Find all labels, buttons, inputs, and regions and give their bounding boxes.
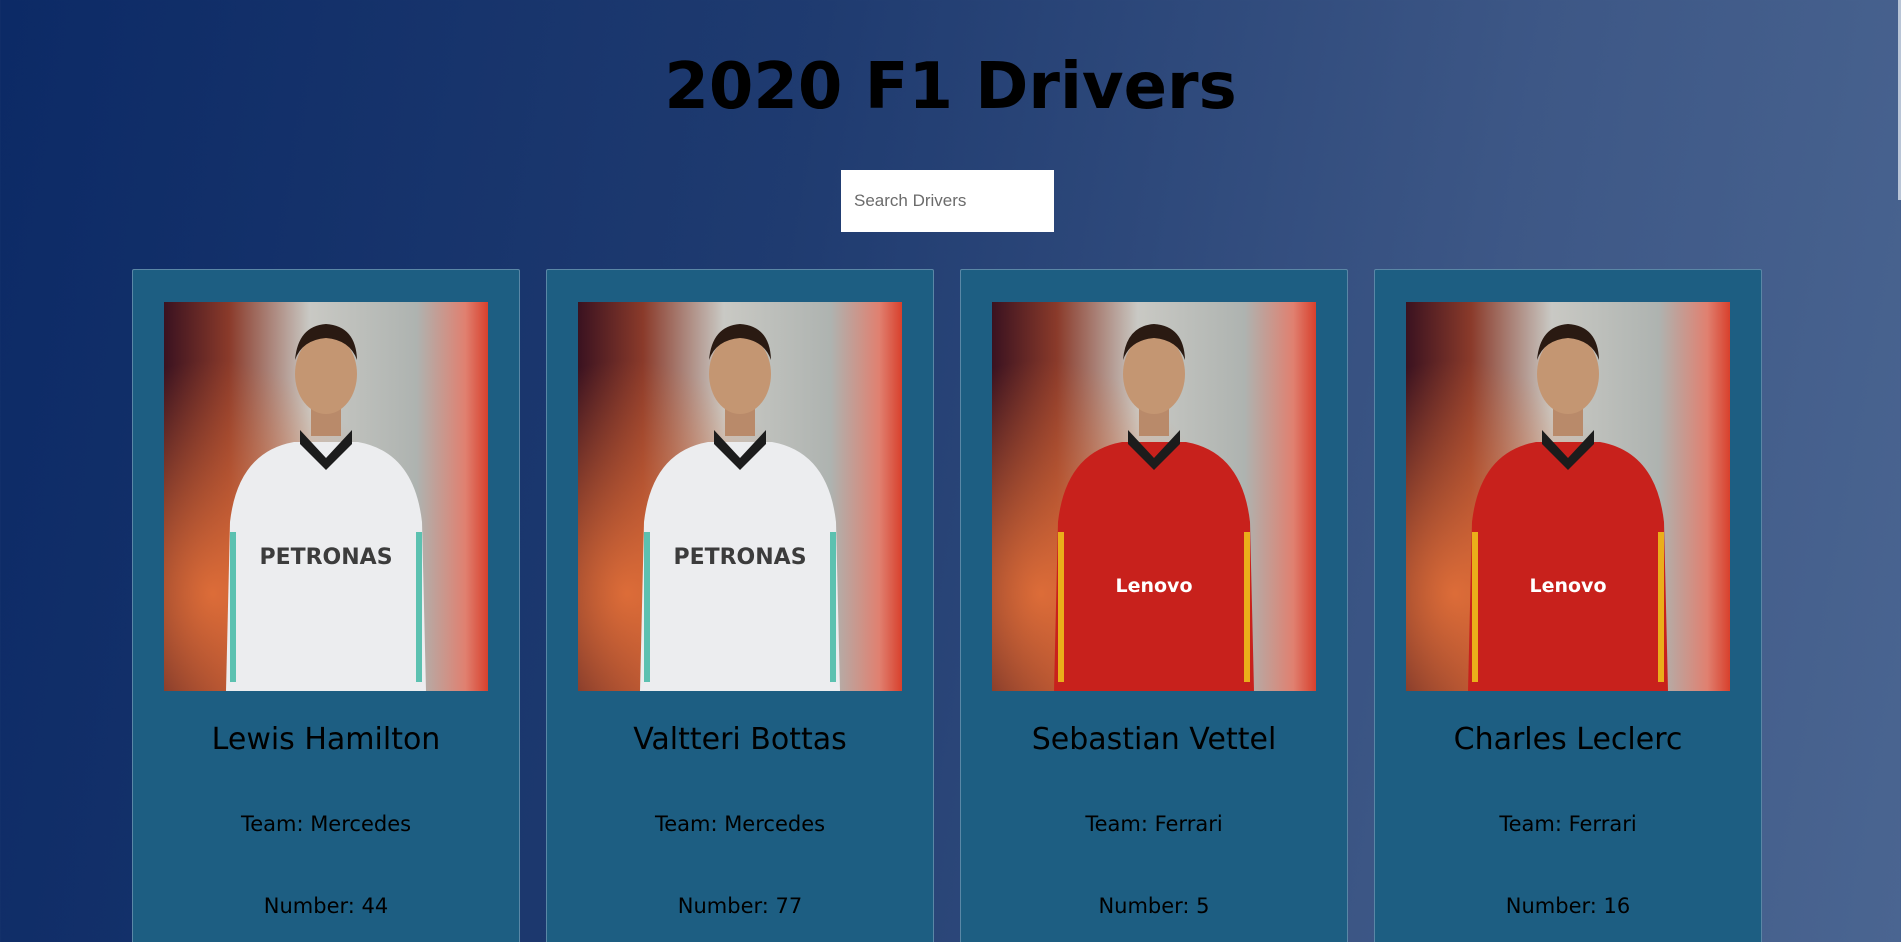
driver-portrait-illustration: PETRONAS (164, 302, 488, 691)
driver-team: Team: Ferrari (1499, 812, 1637, 836)
driver-photo: Lenovo (992, 302, 1316, 691)
driver-card: PETRONAS Valtteri Bottas Team: Mercedes … (546, 269, 934, 942)
driver-team: Team: Mercedes (240, 812, 412, 836)
driver-name: Charles Leclerc (1453, 722, 1683, 757)
driver-team: Team: Ferrari (1085, 812, 1223, 836)
driver-card: Lenovo Charles Leclerc Team: Ferrari Num… (1374, 269, 1762, 942)
svg-text:Lenovo: Lenovo (1115, 575, 1192, 597)
driver-name: Valtteri Bottas (633, 722, 847, 757)
page-title: 2020 F1 Drivers (664, 50, 1237, 124)
driver-portrait-illustration: Lenovo (992, 302, 1316, 691)
driver-number: Number: 16 (1505, 894, 1631, 918)
driver-portrait-illustration: PETRONAS (578, 302, 902, 691)
driver-photo: Lenovo (1406, 302, 1730, 691)
svg-text:PETRONAS: PETRONAS (673, 545, 806, 570)
driver-portrait-illustration: Lenovo (1406, 302, 1730, 691)
driver-number: Number: 44 (263, 894, 389, 918)
search-input[interactable] (841, 170, 1054, 232)
driver-name: Lewis Hamilton (211, 722, 441, 757)
driver-card: PETRONAS Lewis Hamilton Team: Mercedes N… (132, 269, 520, 942)
driver-number: Number: 5 (1098, 894, 1210, 918)
svg-text:Lenovo: Lenovo (1529, 575, 1606, 597)
driver-photo: PETRONAS (164, 302, 488, 691)
driver-number: Number: 77 (677, 894, 803, 918)
driver-card: Lenovo Sebastian Vettel Team: Ferrari Nu… (960, 269, 1348, 942)
driver-team: Team: Mercedes (654, 812, 826, 836)
svg-text:PETRONAS: PETRONAS (259, 545, 392, 570)
driver-name: Sebastian Vettel (1031, 722, 1277, 757)
driver-photo: PETRONAS (578, 302, 902, 691)
